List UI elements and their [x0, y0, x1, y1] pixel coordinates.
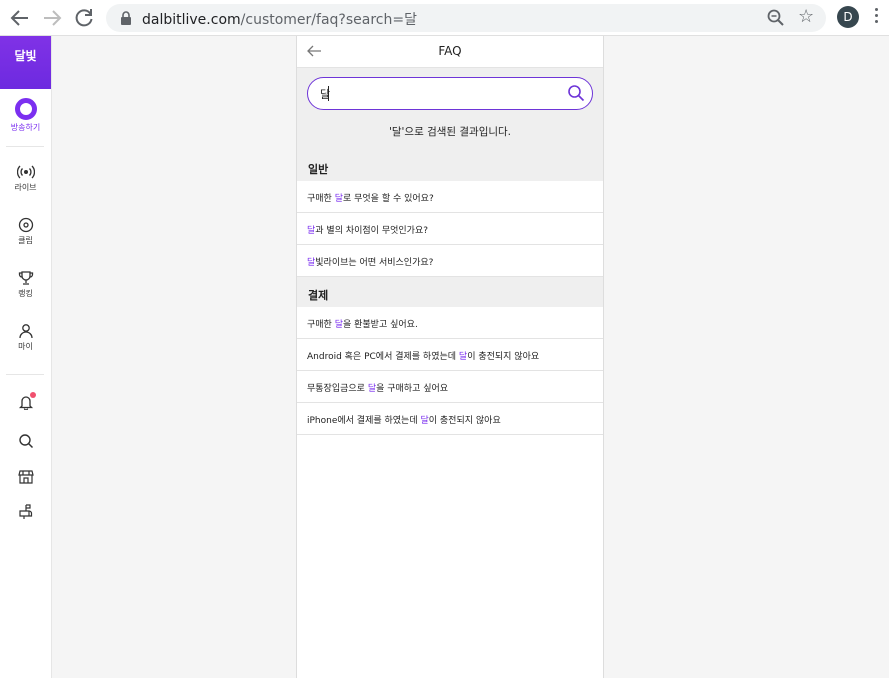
profile-avatar[interactable]: D: [837, 6, 859, 28]
broadcast-ring-icon: [14, 98, 37, 120]
sidebar-divider: [6, 146, 44, 147]
sidebar: 달빛 방송하기 라이브 클립 랭킹 마이: [0, 36, 52, 678]
sidebar-item-clip[interactable]: 클립: [0, 217, 51, 246]
sidebar-mailbox[interactable]: [0, 503, 51, 519]
faq-question: 달빛라이브는 어떤 서비스인가요?: [307, 255, 433, 268]
browser-toolbar: dalbitlive.com/customer/faq?search=달 ☆ D: [0, 0, 889, 36]
search-highlight: 달: [334, 194, 343, 204]
faq-item[interactable]: iPhone에서 결제를 하였는데 달이 충전되지 않아요: [297, 403, 603, 435]
search-input[interactable]: [320, 85, 550, 103]
faq-item[interactable]: 달과 별의 차이점이 무엇인가요?: [297, 213, 603, 245]
faq-question-text: 이 충전되지 않아요: [428, 416, 501, 426]
broadcast-label: 방송하기: [10, 123, 41, 132]
faq-category-header: 일반: [297, 151, 603, 181]
faq-question-text: 로 무엇을 할 수 있어요?: [342, 194, 434, 204]
mailbox-icon: [18, 504, 32, 519]
person-icon: [18, 324, 33, 339]
sidebar-store[interactable]: [0, 469, 51, 485]
search-icon[interactable]: [567, 84, 585, 102]
faq-question-text: 을 구매하고 싶어요: [376, 384, 449, 394]
faq-category-header: 결제: [297, 277, 603, 307]
search-highlight: 달: [334, 320, 343, 330]
search-highlight: 달: [420, 416, 429, 426]
faq-question: 달과 별의 차이점이 무엇인가요?: [307, 223, 428, 236]
faq-category-label: 결제: [308, 289, 329, 302]
sidebar-item-label: 랭킹: [18, 289, 33, 298]
faq-item[interactable]: 구매한 달을 환불받고 싶어요.: [297, 307, 603, 339]
sidebar-item-live[interactable]: 라이브: [0, 164, 51, 193]
faq-item[interactable]: 달빛라이브는 어떤 서비스인가요?: [297, 245, 603, 277]
faq-question: 구매한 달로 무엇을 할 수 있어요?: [307, 191, 434, 204]
sidebar-item-label: 클립: [18, 236, 33, 245]
logo[interactable]: 달빛: [0, 36, 51, 89]
faq-question-text: 과 별의 차이점이 무엇인가요?: [315, 226, 429, 236]
url-text: dalbitlive.com/customer/faq?search=달: [142, 9, 417, 29]
search-icon: [18, 434, 33, 449]
page-title: FAQ: [438, 44, 462, 58]
url-path: /customer/faq?search=달: [240, 12, 417, 28]
url-host: dalbitlive.com: [142, 12, 241, 28]
clip-disc-icon: [18, 217, 33, 233]
back-arrow-icon[interactable]: [8, 6, 32, 30]
search-highlight: 달: [367, 384, 377, 394]
faq-question: 구매한 달을 환불받고 싶어요.: [307, 317, 418, 330]
sidebar-item-label: 마이: [18, 342, 33, 351]
sidebar-notifications[interactable]: [0, 392, 51, 410]
search-highlight: 달: [458, 352, 468, 362]
result-quote: '달': [388, 126, 405, 138]
more-menu-icon[interactable]: [873, 8, 879, 28]
faq-question: Android 혹은 PC에서 결제를 하였는데 달이 충전되지 않아요: [307, 349, 539, 362]
faq-panel: FAQ '달'으로 검색된 결과입니다. 일반구매한 달로 무엇을 할 수 있어…: [296, 36, 604, 678]
broadcast-button[interactable]: 방송하기: [0, 98, 51, 133]
forward-arrow-icon[interactable]: [40, 6, 64, 30]
faq-question-text: 구매한: [307, 194, 335, 204]
sidebar-divider: [6, 374, 44, 375]
faq-header: FAQ: [297, 36, 603, 68]
faq-item[interactable]: Android 혹은 PC에서 결제를 하였는데 달이 충전되지 않아요: [297, 339, 603, 371]
faq-question-text: 이 충전되지 않아요: [467, 352, 540, 362]
lock-icon: [121, 11, 131, 25]
store-icon: [17, 470, 34, 484]
search-box[interactable]: [307, 77, 593, 110]
faq-question-text: 구매한: [307, 320, 335, 330]
faq-question-text: 을 환불받고 싶어요.: [342, 320, 418, 330]
faq-question: iPhone에서 결제를 하였는데 달이 충전되지 않아요: [307, 413, 501, 426]
sidebar-item-label: 라이브: [14, 183, 37, 192]
faq-question-text: 빛라이브는 어떤 서비스인가요?: [315, 258, 434, 268]
result-text: 으로 검색된 결과입니다.: [404, 126, 512, 138]
bookmark-star-icon[interactable]: ☆: [798, 6, 814, 28]
faq-item[interactable]: 무통장입금으로 달을 구매하고 싶어요: [297, 371, 603, 403]
zoom-icon[interactable]: [766, 8, 786, 28]
faq-question-text: iPhone에서 결제를 하였는데: [307, 416, 421, 426]
live-radio-icon: [16, 165, 35, 179]
faq-category-label: 일반: [308, 163, 329, 176]
search-result-message: '달'으로 검색된 결과입니다.: [297, 124, 603, 139]
trophy-icon: [18, 271, 33, 285]
address-bar[interactable]: dalbitlive.com/customer/faq?search=달 ☆: [106, 4, 826, 32]
text-caret: [328, 86, 329, 101]
faq-question: 무통장입금으로 달을 구매하고 싶어요: [307, 381, 448, 394]
sidebar-item-ranking[interactable]: 랭킹: [0, 270, 51, 299]
reload-icon[interactable]: [72, 6, 96, 30]
faq-question-text: 무통장입금으로: [307, 384, 368, 394]
faq-question-text: Android 혹은 PC에서 결제를 하였는데: [307, 352, 459, 362]
notification-badge: [30, 392, 36, 398]
sidebar-search[interactable]: [0, 433, 51, 449]
faq-item[interactable]: 구매한 달로 무엇을 할 수 있어요?: [297, 181, 603, 213]
sidebar-item-my[interactable]: 마이: [0, 323, 51, 352]
